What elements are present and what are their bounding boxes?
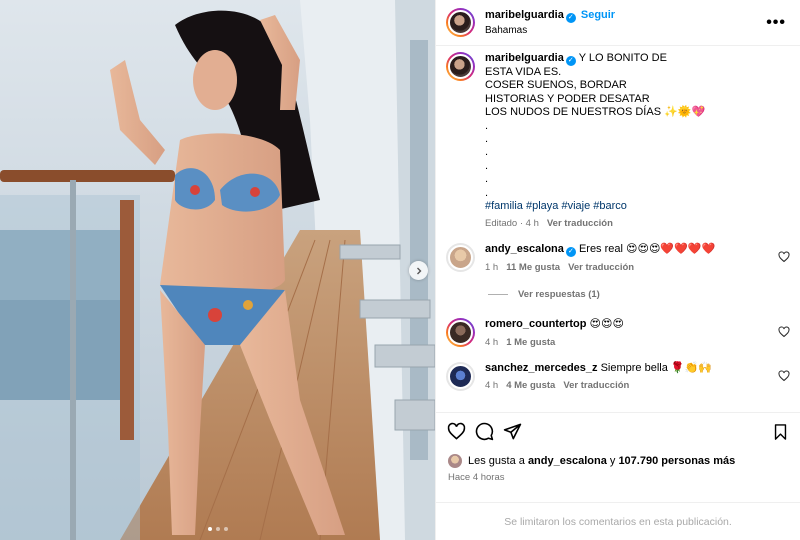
comment-text: Siempre bella 🌹👏🙌 <box>600 361 712 374</box>
likes-summary: Les gusta a andy_escalona y 107.790 pers… <box>436 450 800 472</box>
caption-hashtags: #familia #playa #viaje #barco <box>485 200 768 213</box>
comment-likes[interactable]: 1 Me gusta <box>506 337 555 348</box>
caption-dot: . <box>485 173 489 186</box>
commenter-avatar[interactable] <box>446 318 475 348</box>
comment-item: andy_escalona ✓ Eres real 😍😍😍❤️❤️❤️❤️ 1 h… <box>446 243 790 273</box>
save-button[interactable] <box>768 420 792 444</box>
bookmark-icon <box>774 423 786 440</box>
commenter-username[interactable]: andy_escalona <box>485 243 564 255</box>
post-view: maribelguardia ✓ Seguir Bahamas ••• maribe… <box>0 0 800 540</box>
verified-icon: ✓ <box>565 247 576 258</box>
verified-icon: ✓ <box>565 13 576 23</box>
share-icon <box>503 423 521 440</box>
heart-icon[interactable] <box>778 251 790 263</box>
view-replies-button[interactable]: Ver respuestas (1) <box>488 289 790 300</box>
see-translation-button[interactable]: Ver traducción <box>563 380 629 391</box>
caption-line: ESTA VIDA ES. <box>485 66 562 78</box>
carousel-dot <box>207 527 212 531</box>
follow-button[interactable]: Seguir <box>581 9 615 21</box>
chevron-right-icon <box>416 267 421 274</box>
liker-avatar <box>448 454 462 468</box>
likes-conjunction: y <box>609 455 616 467</box>
see-translation-button[interactable]: Ver traducción <box>568 262 634 273</box>
see-translation-button[interactable]: Ver traducción <box>547 218 613 229</box>
share-button[interactable] <box>500 420 524 444</box>
verified-icon: ✓ <box>565 56 576 66</box>
hashtag-link[interactable]: #playa <box>526 200 558 212</box>
comment-likes[interactable]: 11 Me gusta <box>506 262 560 273</box>
caption-dot: . <box>485 133 489 146</box>
caption-line: LOS NUDOS DE NUESTROS DÍAS ✨🌞💖 <box>485 106 706 119</box>
comment-time: 1 h <box>485 262 499 274</box>
comment-time: 4 h <box>485 336 499 348</box>
carousel-next-button[interactable] <box>409 261 428 280</box>
post-media[interactable] <box>0 0 435 540</box>
comment-likes[interactable]: 4 Me gusta <box>506 380 555 391</box>
caption-dot: . <box>485 119 489 132</box>
comment-icon <box>475 422 493 441</box>
post-caption: maribelguardia ✓ Y LO BONITO DE ESTA VIDA… <box>446 52 790 229</box>
liker-username[interactable]: andy_escalona <box>528 455 607 467</box>
heart-icon[interactable] <box>778 326 790 338</box>
carousel-indicator <box>0 527 435 531</box>
post-photo <box>0 0 435 540</box>
caption-line: HISTORIAS Y PODER DESATAR <box>485 92 650 105</box>
comment-item: sanchez_mercedes_z Siempre bella 🌹👏🙌 4 h… <box>446 361 790 392</box>
comment-time: 4 h <box>485 380 499 392</box>
caption-line: Y LO BONITO DE <box>578 52 667 64</box>
commenter-avatar[interactable] <box>446 243 475 273</box>
carousel-dot <box>223 527 228 531</box>
carousel-dot <box>215 527 220 531</box>
post-time: Hace 4 horas <box>448 472 505 483</box>
caption-dot: . <box>485 146 489 159</box>
hashtag-link[interactable]: #viaje <box>561 200 590 212</box>
likes-prefix: Les gusta a <box>468 455 525 467</box>
comment-button[interactable] <box>472 420 496 444</box>
hashtag-link[interactable]: #familia <box>485 200 523 212</box>
comments-list[interactable]: maribelguardia ✓ Y LO BONITO DE ESTA VIDA… <box>436 46 800 412</box>
author-username[interactable]: maribelguardia <box>485 9 564 21</box>
like-button[interactable] <box>444 420 468 444</box>
commenter-username[interactable]: sanchez_mercedes_z <box>485 362 598 374</box>
author-avatar[interactable] <box>446 8 475 37</box>
post-sidebar: maribelguardia ✓ Seguir Bahamas ••• maribe… <box>435 0 800 540</box>
caption-avatar[interactable] <box>446 52 475 81</box>
commenter-username[interactable]: romero_countertop <box>485 318 586 330</box>
heart-icon[interactable] <box>778 370 790 382</box>
comments-limited-notice: Se limitaron los comentarios en esta pub… <box>436 502 800 540</box>
commenter-avatar[interactable] <box>446 361 475 391</box>
heart-icon <box>447 422 465 440</box>
view-replies-label: Ver respuestas (1) <box>518 289 600 301</box>
caption-line: COSER SUENOS, BORDAR <box>485 79 627 92</box>
post-actions <box>436 412 800 450</box>
caption-username[interactable]: maribelguardia <box>485 52 564 64</box>
hashtag-link[interactable]: #barco <box>593 200 627 212</box>
comment-item: romero_countertop 😍😍😍 4 h 1 Me gusta <box>446 318 790 348</box>
post-header: maribelguardia ✓ Seguir Bahamas ••• <box>436 0 800 46</box>
post-location[interactable]: Bahamas <box>485 25 762 36</box>
comment-text: Eres real 😍😍😍❤️❤️❤️❤️ <box>578 243 716 256</box>
likes-count[interactable]: 107.790 personas más <box>618 455 735 467</box>
caption-edited-time: Editado · 4 h <box>485 218 539 230</box>
comment-text: 😍😍😍 <box>589 318 624 331</box>
more-icon[interactable]: ••• <box>762 14 790 32</box>
caption-dot: . <box>485 159 489 172</box>
caption-dot: . <box>485 186 489 199</box>
replies-divider <box>488 294 508 296</box>
